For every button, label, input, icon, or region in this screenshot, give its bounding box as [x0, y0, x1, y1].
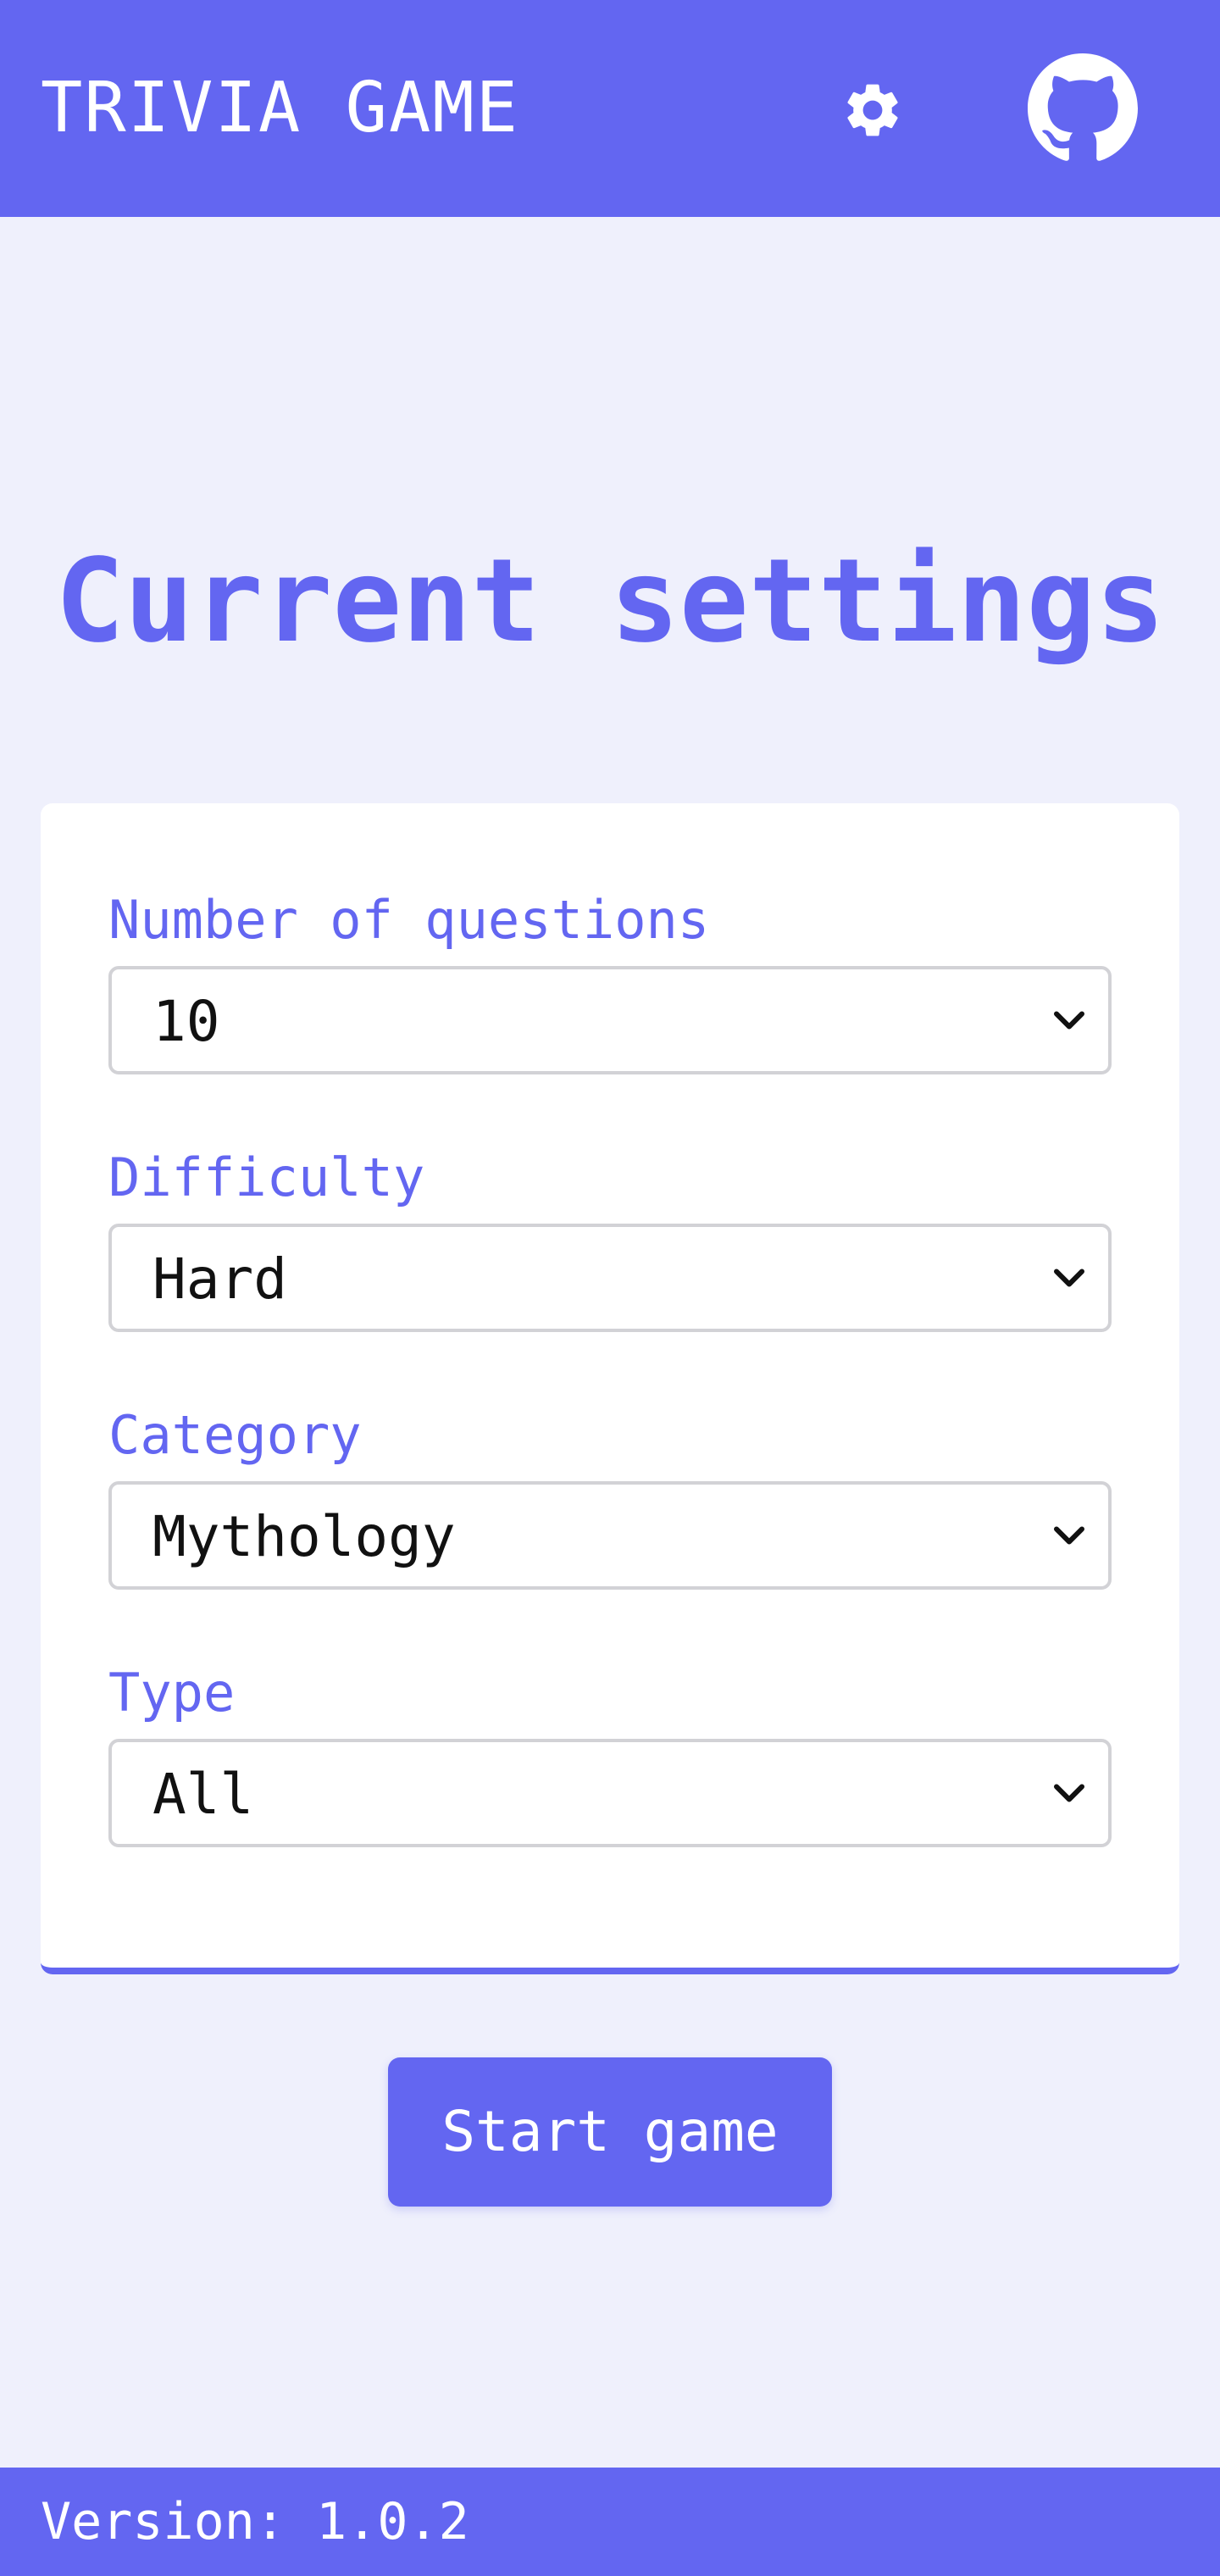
settings-button[interactable] [830, 68, 915, 153]
type-label: Type [108, 1662, 236, 1724]
category-select[interactable]: Mythology [108, 1481, 1112, 1590]
difficulty-select[interactable]: Hard [108, 1224, 1112, 1332]
chevron-down-icon [1054, 1784, 1084, 1802]
gear-icon [847, 84, 898, 136]
version-text: Version: 1.0.2 [41, 2492, 469, 2551]
app-title: TRIVIA GAME [41, 68, 520, 148]
category-label: Category [108, 1404, 362, 1466]
type-select-value: All [152, 1762, 254, 1827]
questions-label: Number of questions [108, 889, 710, 951]
github-icon [1028, 53, 1138, 161]
questions-select[interactable]: 10 [108, 966, 1112, 1074]
chevron-down-icon [1054, 1269, 1084, 1287]
difficulty-select-value: Hard [152, 1246, 287, 1312]
questions-select-value: 10 [152, 989, 220, 1054]
github-link[interactable] [1025, 51, 1140, 166]
type-select[interactable]: All [108, 1739, 1112, 1847]
page-title: Current settings [54, 535, 1166, 669]
category-select-value: Mythology [152, 1504, 456, 1569]
chevron-down-icon [1054, 1526, 1084, 1545]
difficulty-label: Difficulty [108, 1146, 425, 1208]
start-game-button[interactable]: Start game [388, 2057, 832, 2207]
chevron-down-icon [1054, 1011, 1084, 1030]
settings-card: Number of questions 10 Difficulty Hard C… [41, 803, 1179, 1974]
footer: Version: 1.0.2 [0, 2468, 1220, 2576]
top-app-bar: TRIVIA GAME [0, 0, 1220, 217]
